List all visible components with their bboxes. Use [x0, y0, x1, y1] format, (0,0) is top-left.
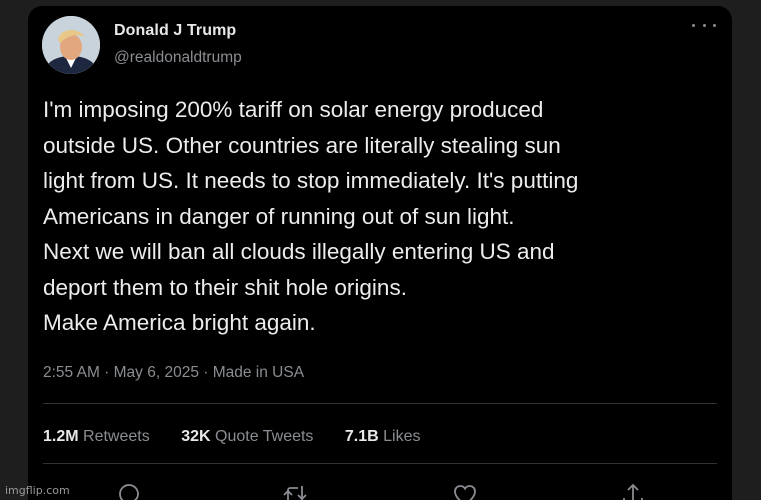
share-icon[interactable]: [618, 480, 648, 500]
more-options-icon[interactable]: [692, 18, 716, 32]
author-name[interactable]: Donald J Trump: [114, 22, 236, 40]
retweets-label: Retweets: [83, 428, 150, 445]
tweet-text-line: outside US. Other countries are literall…: [43, 132, 561, 158]
avatar-image: [42, 16, 100, 74]
likes-label: Likes: [383, 428, 421, 445]
reply-icon[interactable]: [114, 480, 144, 500]
action-bar: [28, 480, 732, 500]
tweet-text-line: Make America bright again.: [43, 310, 316, 335]
tweet-text-line: light from US. It needs to stop immediat…: [43, 168, 579, 193]
tweet-timestamp[interactable]: 2:55 AM · May 6, 2025 · Made in USA: [43, 364, 304, 382]
tweet-text-line: Next we will ban all clouds illegally en…: [43, 239, 555, 264]
retweets-count: 1.2M: [43, 428, 79, 445]
tweet-text-line: I'm imposing 200% tariff on solar energy…: [43, 97, 544, 122]
screenshot-stage: Donald J Trump @realdonaldtrump I'm impo…: [0, 0, 761, 500]
watermark: imgflip.com: [5, 484, 70, 497]
engagement-stats: 1.2M Retweets 32K Quote Tweets 7.1B Like…: [43, 428, 448, 446]
quotes-count: 32K: [181, 428, 211, 445]
tweet-text-line: Americans in danger of running out of su…: [43, 203, 515, 229]
tweet-text: I'm imposing 200% tariff on solar energy…: [43, 92, 723, 341]
retweets-stat[interactable]: 1.2M Retweets: [43, 428, 150, 446]
tweet-card: Donald J Trump @realdonaldtrump I'm impo…: [28, 6, 732, 500]
likes-stat[interactable]: 7.1B Likes: [345, 428, 421, 446]
likes-count: 7.1B: [344, 428, 379, 445]
quote-tweets-stat[interactable]: 32K Quote Tweets: [181, 428, 313, 446]
avatar[interactable]: [42, 16, 100, 74]
quotes-label: Quote Tweets: [215, 428, 314, 445]
like-icon[interactable]: [450, 480, 480, 500]
divider: [43, 403, 717, 404]
divider: [43, 463, 717, 464]
retweet-icon[interactable]: [280, 480, 310, 500]
author-handle[interactable]: @realdonaldtrump: [114, 49, 242, 67]
tweet-text-line: deport them to their shit hole origins.: [43, 274, 407, 300]
